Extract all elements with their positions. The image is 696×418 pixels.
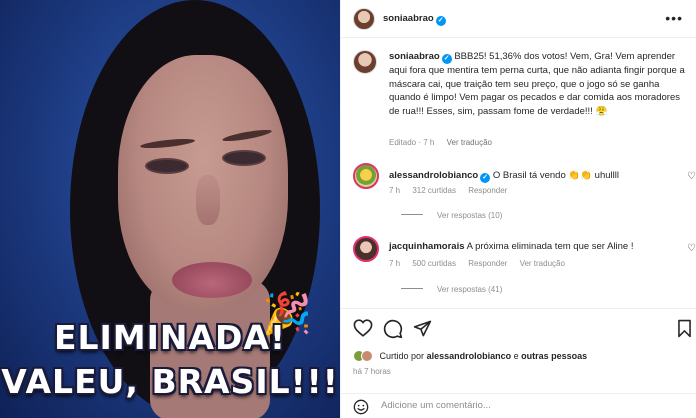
post-time-ago: há 7 horas bbox=[353, 367, 391, 376]
comment-avatar[interactable] bbox=[353, 236, 379, 262]
more-options-icon[interactable]: ••• bbox=[665, 10, 683, 26]
share-icon[interactable] bbox=[413, 319, 432, 343]
view-replies-label[interactable]: Ver respostas (10) bbox=[437, 211, 502, 220]
verified-badge-icon: ✓ bbox=[480, 173, 491, 183]
comment-like-heart-icon[interactable]: ♡ bbox=[687, 171, 696, 182]
verified-badge-icon: ✓ bbox=[441, 54, 452, 64]
comment-username[interactable]: jacquinhamorais bbox=[389, 241, 465, 252]
liked-others[interactable]: outras pessoas bbox=[521, 351, 587, 361]
post-header: soniaabrao ✓ ••• bbox=[341, 0, 696, 38]
liked-prefix: Curtido por bbox=[379, 351, 425, 361]
author-avatar[interactable] bbox=[353, 8, 375, 30]
comment-reply-button[interactable]: Responder bbox=[468, 186, 507, 195]
comment-text: A próxima eliminada tem que ser Aline ! bbox=[466, 241, 634, 252]
comment-meta: 7 h 500 curtidas Responder Ver tradução bbox=[389, 259, 575, 268]
view-replies-button[interactable]: Ver respostas (10) bbox=[401, 211, 502, 220]
post-caption: soniaabrao ✓ BBB25! 51,36% dos votos! Vem… bbox=[389, 50, 689, 118]
heart-icon[interactable] bbox=[353, 319, 373, 342]
comment-avatar[interactable] bbox=[353, 163, 379, 189]
liked-connector: e bbox=[513, 351, 519, 361]
replies-divider bbox=[401, 214, 423, 215]
media-caption-line2: VALEU, BRASIL!!! bbox=[1, 362, 339, 401]
liker-avatar bbox=[361, 350, 373, 362]
lips-shape bbox=[172, 262, 252, 298]
comment-meta: 7 h 312 curtidas Responder bbox=[389, 186, 517, 195]
comment-icon[interactable] bbox=[383, 319, 403, 344]
comment-translate-link[interactable]: Ver tradução bbox=[520, 259, 565, 268]
bookmark-icon[interactable] bbox=[677, 319, 692, 343]
view-replies-button[interactable]: Ver respostas (41) bbox=[401, 285, 502, 294]
comment-time: 7 h bbox=[389, 259, 401, 268]
caption-emoji: 😤 bbox=[595, 105, 608, 117]
comment-likes[interactable]: 500 curtidas bbox=[412, 259, 456, 268]
comment-like-heart-icon[interactable]: ♡ bbox=[687, 243, 696, 254]
right-eye bbox=[222, 150, 266, 166]
caption-author-username[interactable]: soniaabrao bbox=[389, 51, 440, 62]
media-caption-line1: ELIMINADA! bbox=[53, 318, 287, 357]
replies-divider bbox=[401, 288, 423, 289]
caption-edited-time: Editado · 7 h bbox=[389, 138, 435, 147]
comment-likes[interactable]: 312 curtidas bbox=[412, 186, 456, 195]
post-detail-panel: soniaabrao ✓ ••• soniaabrao ✓ BBB25! 51,36… bbox=[340, 0, 696, 418]
comment-username[interactable]: alessandrolobianco bbox=[389, 170, 478, 181]
view-replies-label[interactable]: Ver respostas (41) bbox=[437, 285, 502, 294]
comment-item: jacquinhamorais A próxima eliminada tem … bbox=[389, 240, 679, 253]
comment-item: alessandrolobianco ✓ O Brasil tá vendo 👏👏… bbox=[389, 169, 679, 183]
caption-translate-link[interactable]: Ver tradução bbox=[447, 138, 492, 147]
caption-author-avatar[interactable] bbox=[353, 50, 377, 74]
liked-username[interactable]: alessandrolobianco bbox=[427, 351, 512, 361]
author-username[interactable]: soniaabrao bbox=[383, 13, 434, 24]
comment-input[interactable] bbox=[381, 400, 671, 411]
comment-reply-button[interactable]: Responder bbox=[468, 259, 507, 268]
left-eye bbox=[145, 158, 189, 174]
comment-time: 7 h bbox=[389, 186, 401, 195]
caption-meta: Editado · 7 h Ver tradução bbox=[389, 138, 502, 147]
add-comment-bar bbox=[341, 393, 696, 418]
liked-by-line: Curtido por alessandrolobianco e outras … bbox=[353, 350, 587, 362]
verified-badge-icon: ✓ bbox=[435, 16, 446, 26]
comment-text: O Brasil tá vendo 👏👏 uhullll bbox=[492, 170, 619, 181]
nose-shape bbox=[196, 175, 220, 225]
post-media[interactable]: 🎉 ELIMINADA! VALEU, BRASIL!!! bbox=[0, 0, 340, 418]
emoji-icon[interactable] bbox=[353, 399, 369, 418]
post-actions: Curtido por alessandrolobianco e outras … bbox=[341, 308, 696, 418]
